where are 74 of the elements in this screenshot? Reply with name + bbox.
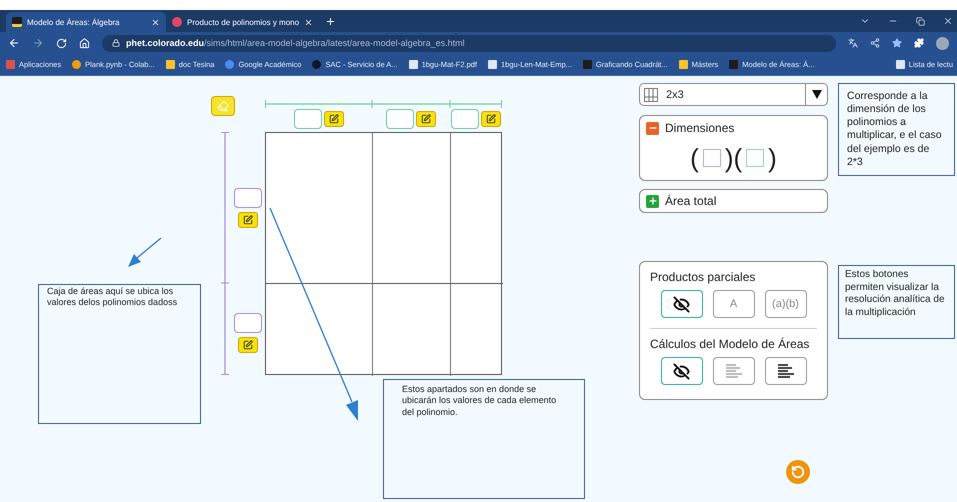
pencil-square-icon <box>243 340 253 350</box>
reset-icon <box>791 465 805 479</box>
dimension-square <box>746 149 764 167</box>
term-input[interactable] <box>234 188 262 208</box>
edit-button[interactable] <box>324 111 344 127</box>
dimensions-panel: Dimensiones ( )( ) <box>639 115 828 181</box>
annotation-text: Corresponde a la dimensión de los polinomios a multiplicar, e el caso del ejemplo es de 2*3 <box>847 90 943 169</box>
expand-icon[interactable] <box>646 194 659 208</box>
restore-icon[interactable] <box>916 16 925 26</box>
edit-button[interactable] <box>481 111 501 127</box>
eraser-icon <box>217 100 229 112</box>
new-tab-icon[interactable] <box>325 16 336 26</box>
option-button[interactable] <box>660 357 702 385</box>
share-icon[interactable] <box>870 38 880 48</box>
option-button[interactable]: (a)(b) <box>764 290 806 318</box>
favicon-icon <box>12 17 22 27</box>
edit-button[interactable] <box>238 212 258 228</box>
avatar-icon[interactable] <box>936 36 949 50</box>
options-panel: Productos parciales A (a)(b) Cálculos del Modelo de Áreas <box>639 261 828 400</box>
pencil-square-icon <box>243 214 253 224</box>
parenthesis: ) <box>768 145 777 171</box>
caret-icon <box>812 90 822 99</box>
star-icon[interactable] <box>892 38 902 48</box>
eye-off-icon <box>673 362 690 380</box>
term-input[interactable] <box>386 109 414 129</box>
option-button[interactable]: A <box>712 290 754 318</box>
term-input[interactable] <box>294 109 322 129</box>
annotation-text: Caja de áreas aquí se ubica los valores delos polinomios dadoss <box>47 286 178 308</box>
option-button[interactable] <box>660 290 702 318</box>
bookmark-icon <box>488 60 498 69</box>
bars-icon <box>726 363 742 379</box>
layout-dropdown[interactable]: 2x3 <box>639 83 828 106</box>
lock-icon <box>112 39 120 47</box>
close-icon[interactable] <box>943 16 953 26</box>
favicon-icon <box>172 17 182 27</box>
bookmark-icon <box>408 60 418 69</box>
bookmark-icon <box>582 60 592 69</box>
folder-icon <box>166 60 175 69</box>
translate-icon[interactable] <box>848 38 858 48</box>
address-bar[interactable]: phet.colorado.edu/sims/html/area-model-algebra/latest/area-model-algebra_es.html <box>102 34 836 52</box>
option-button[interactable] <box>764 357 806 385</box>
collapse-icon[interactable] <box>646 122 659 134</box>
puzzle-icon[interactable] <box>914 38 924 48</box>
edit-button[interactable] <box>416 111 436 127</box>
close-icon[interactable] <box>151 18 160 26</box>
parenthesis: ( <box>690 145 699 171</box>
back-icon[interactable] <box>8 37 20 49</box>
total-area-panel: Área total <box>639 189 828 213</box>
bookmark-icon <box>312 60 322 69</box>
edit-button[interactable] <box>238 337 258 353</box>
term-input[interactable] <box>451 109 479 129</box>
home-icon[interactable] <box>79 38 90 48</box>
reload-icon[interactable] <box>56 38 67 48</box>
annotation-text: Estos botones permiten visualizar la resolución analítica de la multiplicación <box>845 269 946 319</box>
browser-tab[interactable]: Modelo de Áreas: Álgebra <box>6 12 166 32</box>
dimension-square <box>702 149 721 167</box>
pencil-square-icon <box>486 114 496 124</box>
bookmark-icon <box>896 60 905 69</box>
close-icon[interactable] <box>304 18 314 26</box>
browser-tab[interactable]: Producto de polinomios y mono <box>166 12 320 32</box>
term-input[interactable] <box>234 313 262 333</box>
bookmark-icon <box>6 60 15 69</box>
folder-icon <box>678 60 688 69</box>
grid-icon <box>644 88 658 102</box>
pencil-square-icon <box>421 114 431 124</box>
bars-icon <box>778 363 794 379</box>
parenthesis: )( <box>724 145 742 171</box>
pencil-square-icon <box>328 114 338 124</box>
bookmark-icon <box>225 60 234 69</box>
forward-icon[interactable] <box>32 37 44 49</box>
bookmark-icon <box>729 60 738 69</box>
bookmark-icon <box>72 60 82 69</box>
eye-off-icon <box>673 296 690 312</box>
annotation-text: Estos apartados son en donde se ubicarán los valores de cada elemento del polinomio. <box>402 384 558 418</box>
